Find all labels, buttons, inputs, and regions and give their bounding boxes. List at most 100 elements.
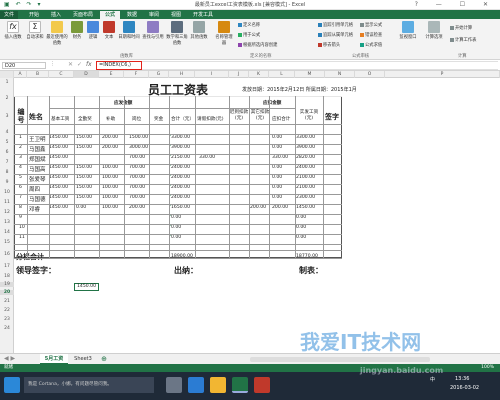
row-header[interactable]: 3 bbox=[0, 114, 14, 119]
cell-deduct-total[interactable]: 0.00 bbox=[272, 185, 282, 190]
cell-total[interactable]: 2400.00 bbox=[171, 165, 190, 170]
cell-number[interactable]: 1 bbox=[19, 135, 22, 140]
cell-name[interactable]: 王卫明 bbox=[29, 135, 46, 143]
cell-total[interactable]: 2400.00 bbox=[171, 175, 190, 180]
row-header[interactable]: 9 bbox=[0, 180, 14, 185]
cell-net[interactable]: 2820.00 bbox=[296, 155, 315, 160]
cortana-search[interactable]: 我是 Cortana，小娜。有问题尽管问我。 bbox=[24, 377, 154, 393]
row-header[interactable]: 19 bbox=[0, 282, 14, 287]
cell-base[interactable]: 1450.00 bbox=[49, 165, 68, 170]
column-header[interactable]: K bbox=[249, 71, 269, 78]
cell-subsidy[interactable]: 100.00 bbox=[102, 205, 118, 210]
tab-formulas[interactable]: 公式 bbox=[100, 11, 120, 19]
text-button[interactable]: 文本 bbox=[102, 21, 116, 40]
cell-perf[interactable]: 150.00 bbox=[76, 185, 92, 190]
row-header[interactable]: 24 bbox=[0, 326, 14, 331]
check-icon[interactable]: ✓ bbox=[77, 61, 82, 68]
cell-perf[interactable]: 150.00 bbox=[76, 165, 92, 170]
cell-number[interactable]: 4 bbox=[19, 165, 22, 170]
row-header[interactable]: 15 bbox=[0, 240, 14, 245]
row-header[interactable]: 8 bbox=[0, 170, 14, 175]
tab-data[interactable]: 数据 bbox=[122, 11, 142, 19]
cell-subsidy[interactable]: 100.00 bbox=[102, 165, 118, 170]
recent-functions-button[interactable]: 最近使用的函数 bbox=[46, 21, 68, 46]
cell-subsidy[interactable]: 100.00 bbox=[102, 175, 118, 180]
add-sheet-icon[interactable]: ⊕ bbox=[98, 354, 110, 364]
selected-cell[interactable]: 1450.00 bbox=[74, 283, 99, 291]
row-header[interactable]: 12 bbox=[0, 210, 14, 215]
cancel-icon[interactable]: ✕ bbox=[68, 61, 73, 68]
cell-total[interactable]: 2400.00 bbox=[171, 195, 190, 200]
cell-post[interactable]: 700.00 bbox=[129, 195, 145, 200]
trace-precedents-button[interactable]: 追踪引用单元格 bbox=[318, 22, 353, 28]
cell-total[interactable]: 1650.00 bbox=[171, 205, 190, 210]
cell-deduct-total[interactable]: 330.00 bbox=[272, 155, 288, 160]
cell-total[interactable]: 0.00 bbox=[171, 225, 181, 230]
column-header[interactable]: H bbox=[169, 71, 195, 78]
column-header[interactable]: P bbox=[385, 71, 500, 78]
row-header[interactable]: 6 bbox=[0, 150, 14, 155]
cell-post[interactable]: 3000.00 bbox=[129, 145, 148, 150]
row-header[interactable]: 4 bbox=[0, 130, 14, 135]
column-header[interactable]: B bbox=[27, 71, 49, 78]
cell-number[interactable]: 5 bbox=[19, 175, 22, 180]
calc-sheet-button[interactable]: 计算工作表 bbox=[450, 37, 476, 43]
tab-review[interactable]: 审阅 bbox=[144, 11, 164, 19]
cell-number[interactable]: 9 bbox=[19, 215, 22, 220]
cell-base[interactable]: 1450.00 bbox=[49, 205, 68, 210]
task-view-icon[interactable] bbox=[166, 377, 182, 393]
horizontal-scrollbar[interactable] bbox=[250, 357, 430, 362]
window-controls[interactable]: ? — ☐ ✕ bbox=[415, 1, 496, 8]
tab-page-layout[interactable]: 页面布局 bbox=[68, 11, 98, 19]
cell-base[interactable]: 1450.00 bbox=[49, 185, 68, 190]
datetime-button[interactable]: 日期和时间 bbox=[118, 21, 140, 40]
row-header-selected[interactable]: 20 bbox=[0, 290, 14, 295]
row-header[interactable]: 16 bbox=[0, 252, 14, 257]
financial-button[interactable]: 财务 bbox=[70, 21, 84, 40]
row-header[interactable]: 17 bbox=[0, 264, 14, 269]
cell-name[interactable]: 张爱琴 bbox=[29, 175, 46, 183]
cell-number[interactable]: 10 bbox=[19, 225, 25, 230]
cell-number[interactable]: 8 bbox=[19, 205, 22, 210]
column-header[interactable]: J bbox=[229, 71, 249, 78]
cell-subsidy[interactable]: 100.00 bbox=[102, 195, 118, 200]
row-header[interactable]: 10 bbox=[0, 190, 14, 195]
evaluate-formula-button[interactable]: 公式求值 bbox=[360, 42, 382, 48]
trace-dependents-button[interactable]: 追踪从属单元格 bbox=[318, 32, 353, 38]
row-header[interactable]: 1 bbox=[0, 80, 14, 85]
name-manager-button[interactable]: 名称管理器 bbox=[214, 21, 234, 46]
row-header[interactable]: 7 bbox=[0, 160, 14, 165]
sheet-area[interactable]: 员工工资表 发放日期：2015年2月12日 所属日期：2015年1月 编号 姓名… bbox=[14, 78, 500, 353]
define-name-button[interactable]: 定义名称 bbox=[238, 22, 260, 28]
tab-file[interactable]: 文件 bbox=[0, 11, 18, 19]
excel-taskbar-icon[interactable] bbox=[232, 377, 248, 393]
edge-icon[interactable] bbox=[188, 377, 204, 393]
worksheet-grid[interactable]: A B C D E F G H I J K L M N O P 1 2 3 4 … bbox=[0, 71, 500, 353]
column-header[interactable]: D bbox=[74, 71, 99, 78]
column-header[interactable]: N bbox=[325, 71, 355, 78]
clock-time[interactable]: 13:36 bbox=[455, 376, 469, 382]
cell-name[interactable]: 马国鑫 bbox=[29, 145, 46, 153]
column-header[interactable]: O bbox=[355, 71, 385, 78]
column-header[interactable]: M bbox=[295, 71, 325, 78]
cell-net[interactable]: 0.00 bbox=[296, 215, 306, 220]
cell-deduct-total[interactable]: 0.00 bbox=[272, 135, 282, 140]
cell-net[interactable]: 2100.00 bbox=[296, 185, 315, 190]
cell-number[interactable]: 2 bbox=[19, 145, 22, 150]
cell-total[interactable]: 2150.00 bbox=[171, 155, 190, 160]
row-header[interactable]: 5 bbox=[0, 140, 14, 145]
cell-total[interactable]: 0.00 bbox=[171, 215, 181, 220]
app-taskbar-icon[interactable] bbox=[254, 377, 270, 393]
tab-developer[interactable]: 开发工具 bbox=[188, 11, 218, 19]
cell-number[interactable]: 6 bbox=[19, 185, 22, 190]
cell-total[interactable]: 0.00 bbox=[171, 235, 181, 240]
cell-post[interactable]: 700.00 bbox=[129, 155, 145, 160]
cell-deduct-total[interactable]: 0.00 bbox=[272, 165, 282, 170]
windows-start-icon[interactable] bbox=[4, 377, 20, 393]
formula-input-extension[interactable] bbox=[142, 61, 498, 70]
row-header[interactable]: 14 bbox=[0, 230, 14, 235]
cell-base[interactable]: 1450.00 bbox=[49, 135, 68, 140]
cell-subsidy[interactable]: 200.00 bbox=[102, 135, 118, 140]
logical-button[interactable]: 逻辑 bbox=[86, 21, 100, 40]
row-header[interactable]: 23 bbox=[0, 317, 14, 322]
